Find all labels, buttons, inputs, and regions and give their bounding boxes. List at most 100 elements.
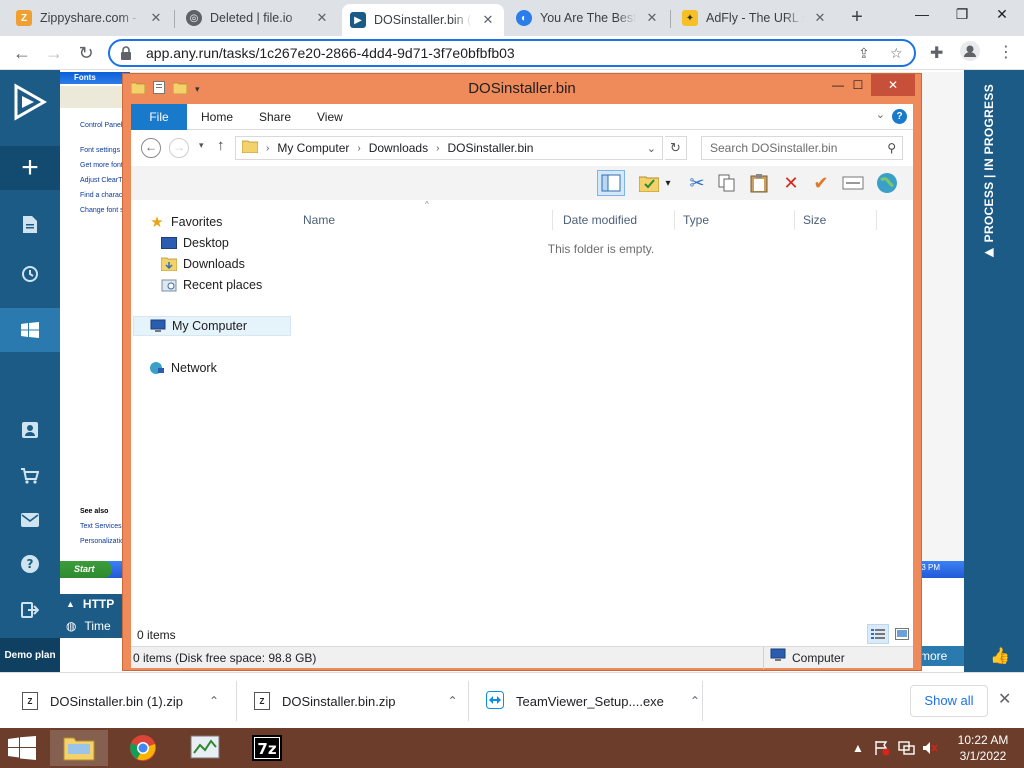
browser-tab-anyrun[interactable]: ▶ DOSinstaller.bin (M ✕: [342, 4, 504, 36]
7zip-taskbar-icon[interactable]: 7z: [238, 730, 296, 766]
new-tab-button[interactable]: +: [846, 6, 868, 28]
profile-card-icon[interactable]: [0, 408, 60, 452]
windows-vm-icon[interactable]: [0, 308, 60, 352]
new-task-plus-icon[interactable]: +: [0, 146, 60, 190]
share-icon[interactable]: ⇪: [858, 45, 870, 62]
reports-document-icon[interactable]: [0, 202, 60, 246]
xp-link[interactable]: Text Services: [80, 523, 122, 530]
copy-icon[interactable]: [713, 170, 741, 196]
bookmark-star-icon[interactable]: ☆: [890, 45, 903, 62]
http-panel-tab[interactable]: ▲ HTTP: [60, 594, 124, 614]
address-dropdown-chevron-icon[interactable]: ⌄: [647, 142, 656, 155]
expand-ribbon-chevron-icon[interactable]: ⌄: [876, 108, 885, 121]
forward-arrow-icon[interactable]: →: [42, 41, 66, 65]
cut-scissors-icon[interactable]: ✂: [683, 170, 711, 196]
address-bar[interactable]: app.any.run/tasks/1c267e20-2866-4dd4-9d7…: [108, 39, 916, 67]
download-item[interactable]: Z DOSinstaller.bin (1).zip ⌃: [22, 673, 219, 729]
xp-link[interactable]: Personalization: [80, 538, 128, 545]
new-folder-icon[interactable]: [172, 82, 188, 97]
explorer-close-button[interactable]: ✕: [871, 74, 915, 96]
xp-link[interactable]: Control Panel: [80, 122, 122, 129]
tab-close-icon[interactable]: ✕: [148, 10, 164, 26]
cart-icon[interactable]: [0, 454, 60, 498]
column-name[interactable]: Name: [297, 210, 553, 230]
column-date-modified[interactable]: Date modified: [557, 210, 675, 230]
tab-close-icon[interactable]: ✕: [314, 10, 330, 26]
extensions-puzzle-icon[interactable]: ✚: [930, 43, 943, 63]
up-arrow-icon[interactable]: ↑: [217, 137, 225, 154]
help-question-icon[interactable]: ?: [0, 542, 60, 586]
history-clock-icon[interactable]: [0, 252, 60, 296]
help-icon[interactable]: ?: [892, 109, 907, 124]
forward-button[interactable]: →: [169, 138, 189, 158]
demo-plan-badge[interactable]: Demo plan: [0, 638, 60, 672]
tab-view[interactable]: View: [303, 104, 357, 130]
explorer-maximize-button[interactable]: ☐: [843, 74, 873, 96]
chevron-up-icon[interactable]: ⌃: [690, 694, 700, 708]
browser-tab-fileio[interactable]: ◎ Deleted | file.io ✕: [178, 4, 338, 32]
download-item[interactable]: TeamViewer_Setup....exe ⌃: [486, 673, 700, 729]
refresh-icon[interactable]: ↻: [665, 136, 687, 160]
file-explorer-taskbar-icon[interactable]: [50, 730, 108, 766]
menu-kebab-icon[interactable]: ⋮: [998, 42, 1014, 62]
paste-clipboard-icon[interactable]: [745, 170, 773, 196]
breadcrumb-item[interactable]: DOSinstaller.bin: [447, 141, 533, 155]
properties-icon[interactable]: [153, 81, 165, 97]
breadcrumb-item[interactable]: My Computer: [277, 141, 349, 155]
minimize-button[interactable]: —: [902, 0, 942, 30]
windows-start-icon[interactable]: [8, 736, 38, 760]
globe-network-icon[interactable]: [873, 170, 901, 196]
explorer-address-bar[interactable]: › My Computer › Downloads › DOSinstaller…: [235, 136, 663, 160]
reload-icon[interactable]: ↻: [74, 41, 98, 65]
breadcrumb-item[interactable]: Downloads: [369, 141, 428, 155]
xp-start-button[interactable]: Start: [60, 561, 112, 578]
browser-tab-youarethebest[interactable]: ◐ You Are The Best.2 ✕: [508, 4, 668, 32]
tab-close-icon[interactable]: ✕: [480, 12, 496, 28]
large-icons-view-icon[interactable]: [891, 624, 913, 644]
search-input[interactable]: Search DOSinstaller.bin ⚲: [701, 136, 903, 160]
tab-share[interactable]: Share: [245, 104, 305, 130]
tab-file[interactable]: File: [131, 104, 187, 130]
network-status-icon[interactable]: [898, 728, 916, 768]
chevron-up-icon[interactable]: ⌃: [209, 694, 219, 708]
rename-check-icon[interactable]: ✔: [807, 170, 835, 196]
qat-dropdown-icon[interactable]: ▾: [195, 84, 200, 95]
chevron-up-icon[interactable]: ⌃: [447, 694, 457, 708]
details-view-icon[interactable]: [867, 624, 889, 644]
xp-link[interactable]: Get more fonts: [80, 162, 126, 169]
browser-tab-adfly[interactable]: ✦ AdFly - The URL sh ✕: [674, 4, 836, 32]
profile-avatar[interactable]: [960, 41, 980, 64]
chrome-taskbar-icon[interactable]: [114, 730, 172, 766]
nav-favorites[interactable]: ★ Favorites: [149, 212, 307, 232]
show-all-button[interactable]: Show all: [910, 685, 988, 717]
tab-close-icon[interactable]: ✕: [644, 10, 660, 26]
volume-muted-icon[interactable]: [922, 728, 938, 768]
preview-pane-icon[interactable]: [597, 170, 625, 196]
anyrun-logo-icon[interactable]: [8, 80, 52, 124]
close-window-button[interactable]: ✕: [982, 0, 1022, 30]
view-dropdown-icon[interactable]: ▾: [661, 170, 675, 196]
close-shelf-icon[interactable]: ✕: [998, 689, 1011, 709]
show-hidden-icons-icon[interactable]: ▲: [852, 728, 864, 768]
column-size[interactable]: Size: [797, 210, 877, 230]
mail-icon[interactable]: [0, 498, 60, 542]
xp-link[interactable]: Font settings: [80, 147, 120, 154]
logout-icon[interactable]: [0, 588, 60, 632]
task-manager-taskbar-icon[interactable]: [176, 730, 234, 766]
delete-x-icon[interactable]: ✕: [777, 170, 805, 196]
taskbar-clock[interactable]: 10:22 AM 3/1/2022: [950, 732, 1016, 764]
back-button[interactable]: ←: [141, 138, 161, 158]
tab-close-icon[interactable]: ✕: [812, 10, 828, 26]
checklist-folder-icon[interactable]: [635, 170, 663, 196]
nav-my-computer[interactable]: My Computer: [133, 316, 291, 336]
browser-tab-zippyshare[interactable]: Z Zippyshare.com - T ✕: [8, 4, 172, 32]
download-item[interactable]: Z DOSinstaller.bin.zip ⌃: [254, 673, 458, 729]
tab-home[interactable]: Home: [187, 104, 247, 130]
recent-locations-chevron-icon[interactable]: ▾: [199, 140, 204, 151]
explorer-titlebar[interactable]: DOSinstaller.bin ▾ — ☐ ✕: [123, 74, 921, 104]
column-type[interactable]: Type: [677, 210, 795, 230]
nav-network[interactable]: Network: [149, 358, 307, 378]
restore-button[interactable]: ❐: [942, 0, 982, 30]
file-list[interactable]: ^ Name Date modified Type Size This fold…: [295, 200, 913, 642]
action-center-flag-icon[interactable]: [874, 728, 890, 768]
